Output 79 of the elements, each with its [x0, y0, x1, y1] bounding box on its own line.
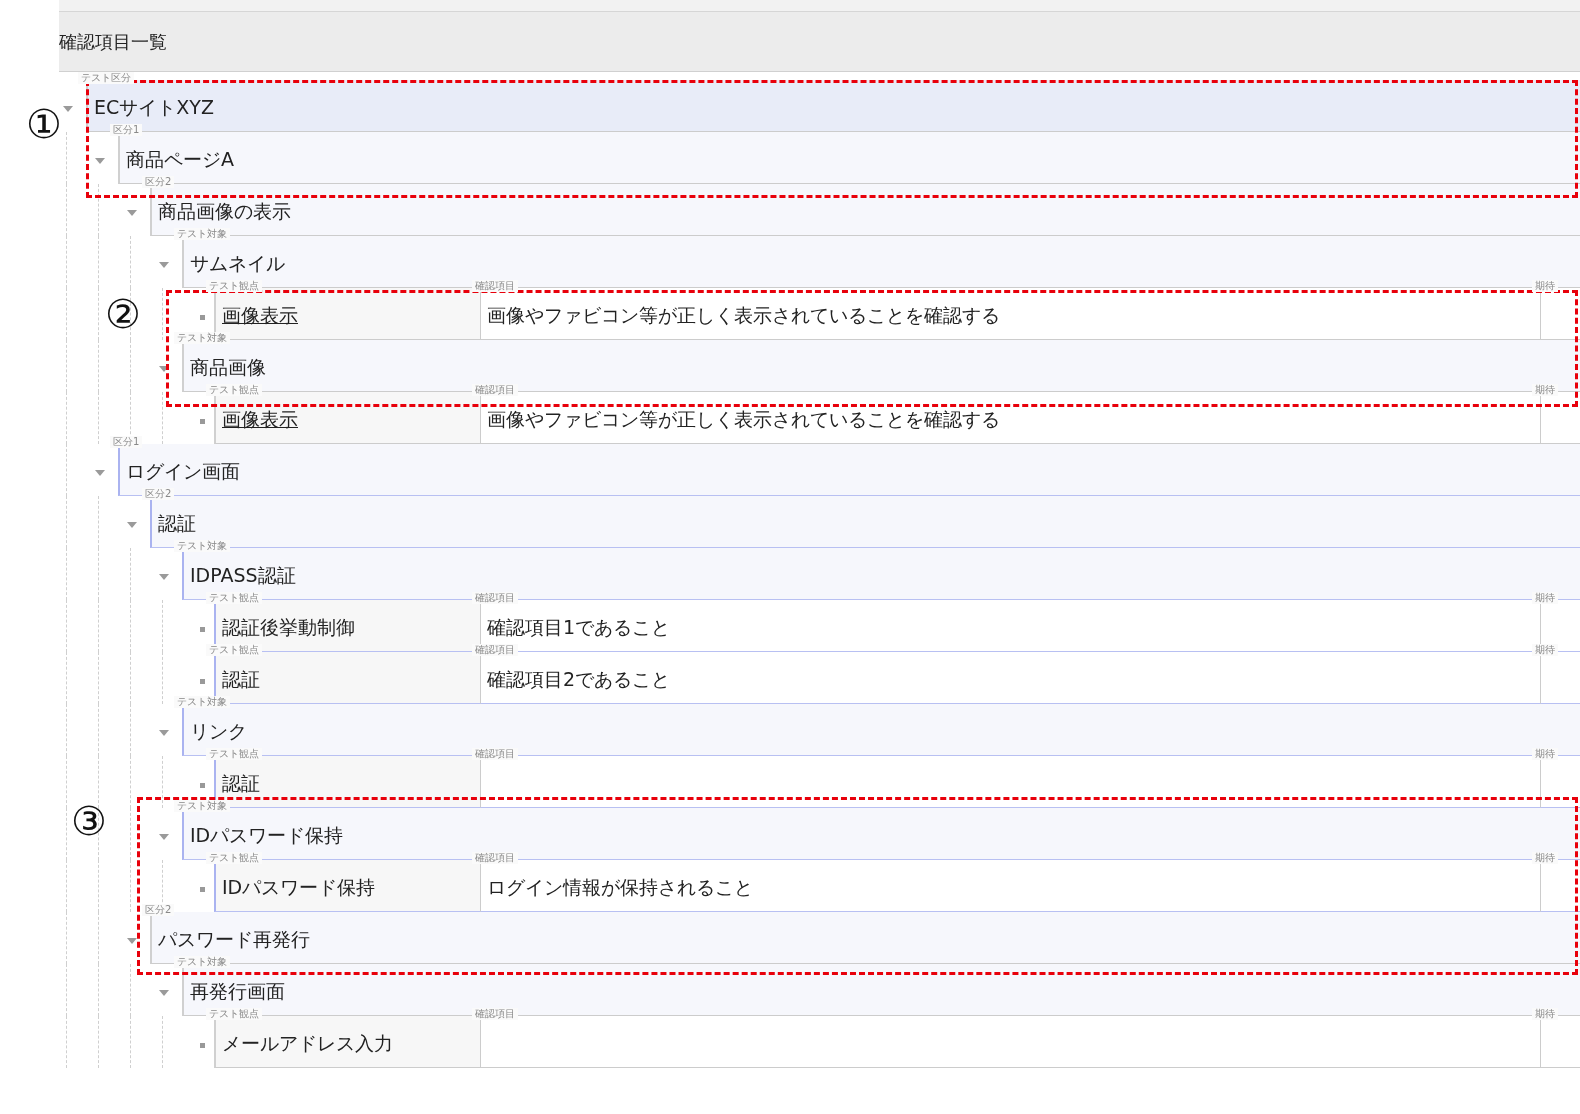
field-label: テスト観点 [206, 384, 262, 396]
node-text: IDPASS認証 [189, 563, 296, 589]
caret-icon[interactable] [158, 261, 170, 269]
field-label: 確認項目 [472, 280, 518, 292]
annotation-number: ③ [71, 797, 107, 845]
field-label: テスト観点 [206, 644, 262, 656]
caret-icon[interactable] [158, 729, 170, 737]
check-item-text: 確認項目1であること [486, 615, 671, 641]
node-text: ログイン画面 [125, 459, 240, 485]
check-item-text: ログイン情報が保持されること [486, 875, 753, 901]
field-label: 確認項目 [472, 592, 518, 604]
field-label: テスト区分 [78, 72, 134, 84]
field-label: テスト対象 [174, 540, 230, 552]
viewpoint-text: 認証 [221, 771, 260, 797]
check-item-text: 確認項目2であること [486, 667, 671, 693]
node-text: 認証 [157, 511, 196, 537]
bullet-icon [199, 886, 205, 892]
field-label: 期待 [1532, 384, 1558, 396]
caret-icon[interactable] [94, 157, 106, 165]
caret-icon[interactable] [158, 989, 170, 997]
field-label: 期待 [1532, 1008, 1558, 1020]
field-label: テスト対象 [174, 956, 230, 968]
viewpoint-text: 認証 [221, 667, 260, 693]
check-item-text: 画像やファビコン等が正しく表示されていることを確認する [486, 303, 1000, 329]
viewpoint-text: 認証後挙動制御 [221, 615, 355, 641]
viewpoint-link[interactable]: 画像表示 [216, 401, 298, 434]
caret-icon[interactable] [158, 833, 170, 841]
field-label: 期待 [1532, 280, 1558, 292]
annotation-number: ② [105, 290, 141, 338]
bullet-icon [199, 782, 205, 788]
bullet-icon [199, 626, 205, 632]
field-label: 区分2 [142, 904, 175, 916]
field-label: 期待 [1532, 644, 1558, 656]
field-label: 区分1 [110, 436, 143, 448]
field-label: 確認項目 [472, 384, 518, 396]
field-label: テスト観点 [206, 592, 262, 604]
node-text: IDパスワード保持 [189, 823, 344, 849]
node-text: ECサイトXYZ [93, 95, 214, 121]
viewpoint-link[interactable]: 画像表示 [216, 297, 298, 330]
node-text: リンク [189, 719, 247, 745]
field-label: 区分1 [110, 124, 143, 136]
caret-icon[interactable] [126, 937, 138, 945]
caret-icon[interactable] [158, 573, 170, 581]
caret-icon[interactable] [126, 521, 138, 529]
field-label: テスト観点 [206, 748, 262, 760]
check-item-text: 画像やファビコン等が正しく表示されていることを確認する [486, 407, 1000, 433]
page-title: 確認項目一覧 [59, 30, 167, 54]
viewpoint-text: IDパスワード保持 [221, 875, 376, 901]
field-label: 期待 [1532, 852, 1558, 864]
field-label: 確認項目 [472, 748, 518, 760]
caret-icon[interactable] [62, 105, 74, 113]
node-text: サムネイル [189, 251, 285, 277]
node-text: 商品ページA [125, 147, 234, 173]
bullet-icon [199, 314, 205, 320]
field-label: 区分2 [142, 488, 175, 500]
caret-icon[interactable] [94, 469, 106, 477]
node-text: パスワード再発行 [157, 927, 310, 953]
field-label: テスト対象 [174, 800, 230, 812]
field-label: 確認項目 [472, 644, 518, 656]
node-text: 商品画像の表示 [157, 199, 291, 225]
caret-icon[interactable] [126, 209, 138, 217]
field-label: 期待 [1532, 748, 1558, 760]
bullet-icon [199, 678, 205, 684]
field-label: テスト対象 [174, 332, 230, 344]
field-label: テスト観点 [206, 852, 262, 864]
bullet-icon [199, 1042, 205, 1048]
annotation-number: ① [26, 100, 62, 148]
viewpoint-text: メールアドレス入力 [221, 1031, 393, 1057]
field-label: 区分2 [142, 176, 175, 188]
field-label: テスト観点 [206, 280, 262, 292]
field-label: 期待 [1532, 592, 1558, 604]
field-label: テスト対象 [174, 696, 230, 708]
field-label: テスト観点 [206, 1008, 262, 1020]
field-label: 確認項目 [472, 852, 518, 864]
node-text: 再発行画面 [189, 979, 285, 1005]
field-label: テスト対象 [174, 228, 230, 240]
bullet-icon [199, 418, 205, 424]
node-text: 商品画像 [189, 355, 266, 381]
field-label: 確認項目 [472, 1008, 518, 1020]
